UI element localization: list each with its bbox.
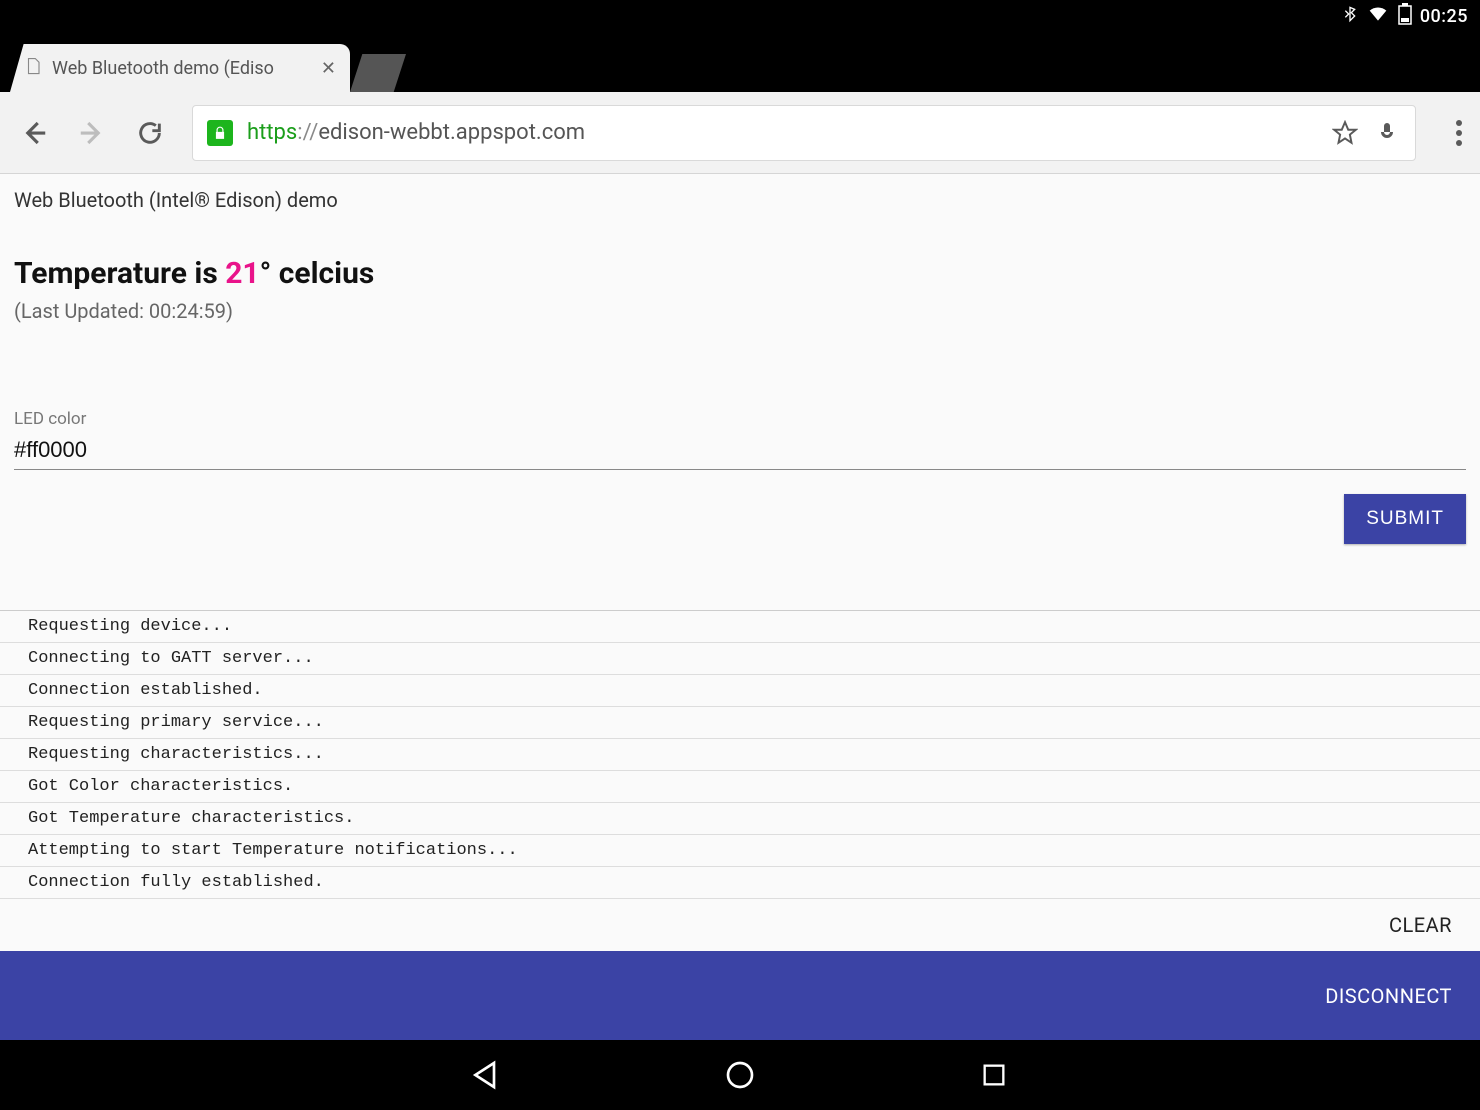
log-line: Got Color characteristics.: [0, 771, 1480, 803]
reload-button[interactable]: [134, 117, 166, 149]
log-line: Requesting primary service...: [0, 707, 1480, 739]
log-line: Connection established.: [0, 675, 1480, 707]
disconnect-bar: DISCONNECT: [0, 951, 1480, 1040]
android-status-bar: 00:25: [0, 0, 1480, 32]
tab-strip: Web Bluetooth demo (Ediso ✕: [0, 32, 1480, 92]
log-line: Connection fully established.: [0, 867, 1480, 899]
url-separator: ://: [297, 120, 318, 145]
temperature-display: Temperature is 21° celcius: [14, 256, 1466, 291]
address-bar[interactable]: https://edison-webbt.appspot.com: [192, 105, 1416, 161]
log-line: Attempting to start Temperature notifica…: [0, 835, 1480, 867]
new-tab-button[interactable]: [350, 54, 406, 92]
forward-button[interactable]: [76, 117, 108, 149]
led-color-label: LED color: [14, 409, 1466, 429]
page-icon: [24, 56, 42, 80]
wifi-icon: [1366, 4, 1390, 29]
star-icon[interactable]: [1331, 119, 1359, 147]
lock-icon: [207, 120, 233, 146]
temperature-prefix: Temperature is: [14, 256, 225, 291]
nav-recent-icon[interactable]: [977, 1058, 1011, 1092]
back-button[interactable]: [18, 117, 50, 149]
submit-button[interactable]: SUBMIT: [1344, 494, 1466, 544]
url-scheme: https: [247, 120, 297, 145]
log-line: Got Temperature characteristics.: [0, 803, 1480, 835]
temperature-suffix: ° celcius: [260, 256, 375, 291]
led-color-input[interactable]: [14, 433, 1466, 470]
status-clock: 00:25: [1420, 6, 1468, 27]
page-header: Web Bluetooth (Intel® Edison) demo: [14, 188, 1466, 212]
clear-bar: CLEAR: [0, 899, 1480, 951]
log-line: Requesting device...: [0, 611, 1480, 643]
url-host: edison-webbt.appspot.com: [318, 120, 585, 145]
disconnect-button[interactable]: DISCONNECT: [1325, 984, 1452, 1008]
android-nav-bar: [0, 1040, 1480, 1110]
mic-icon[interactable]: [1373, 119, 1401, 147]
tab-close-icon[interactable]: ✕: [321, 58, 336, 79]
browser-tab[interactable]: Web Bluetooth demo (Ediso ✕: [10, 44, 350, 92]
nav-home-icon[interactable]: [723, 1058, 757, 1092]
bluetooth-icon: [1342, 3, 1358, 30]
temperature-value: 21: [225, 256, 259, 291]
url-text: https://edison-webbt.appspot.com: [247, 120, 585, 145]
browser-toolbar: https://edison-webbt.appspot.com: [0, 92, 1480, 174]
battery-icon: [1398, 3, 1412, 30]
menu-icon[interactable]: [1456, 120, 1462, 146]
nav-back-icon[interactable]: [469, 1058, 503, 1092]
clear-button[interactable]: CLEAR: [1389, 913, 1452, 937]
tab-title: Web Bluetooth demo (Ediso: [52, 58, 311, 79]
page-content: Web Bluetooth (Intel® Edison) demo Tempe…: [0, 174, 1480, 1040]
log-line: Connecting to GATT server...: [0, 643, 1480, 675]
last-updated: (Last Updated: 00:24:59): [14, 299, 1466, 323]
log-output: Requesting device...Connecting to GATT s…: [0, 610, 1480, 899]
log-line: Requesting characteristics...: [0, 739, 1480, 771]
